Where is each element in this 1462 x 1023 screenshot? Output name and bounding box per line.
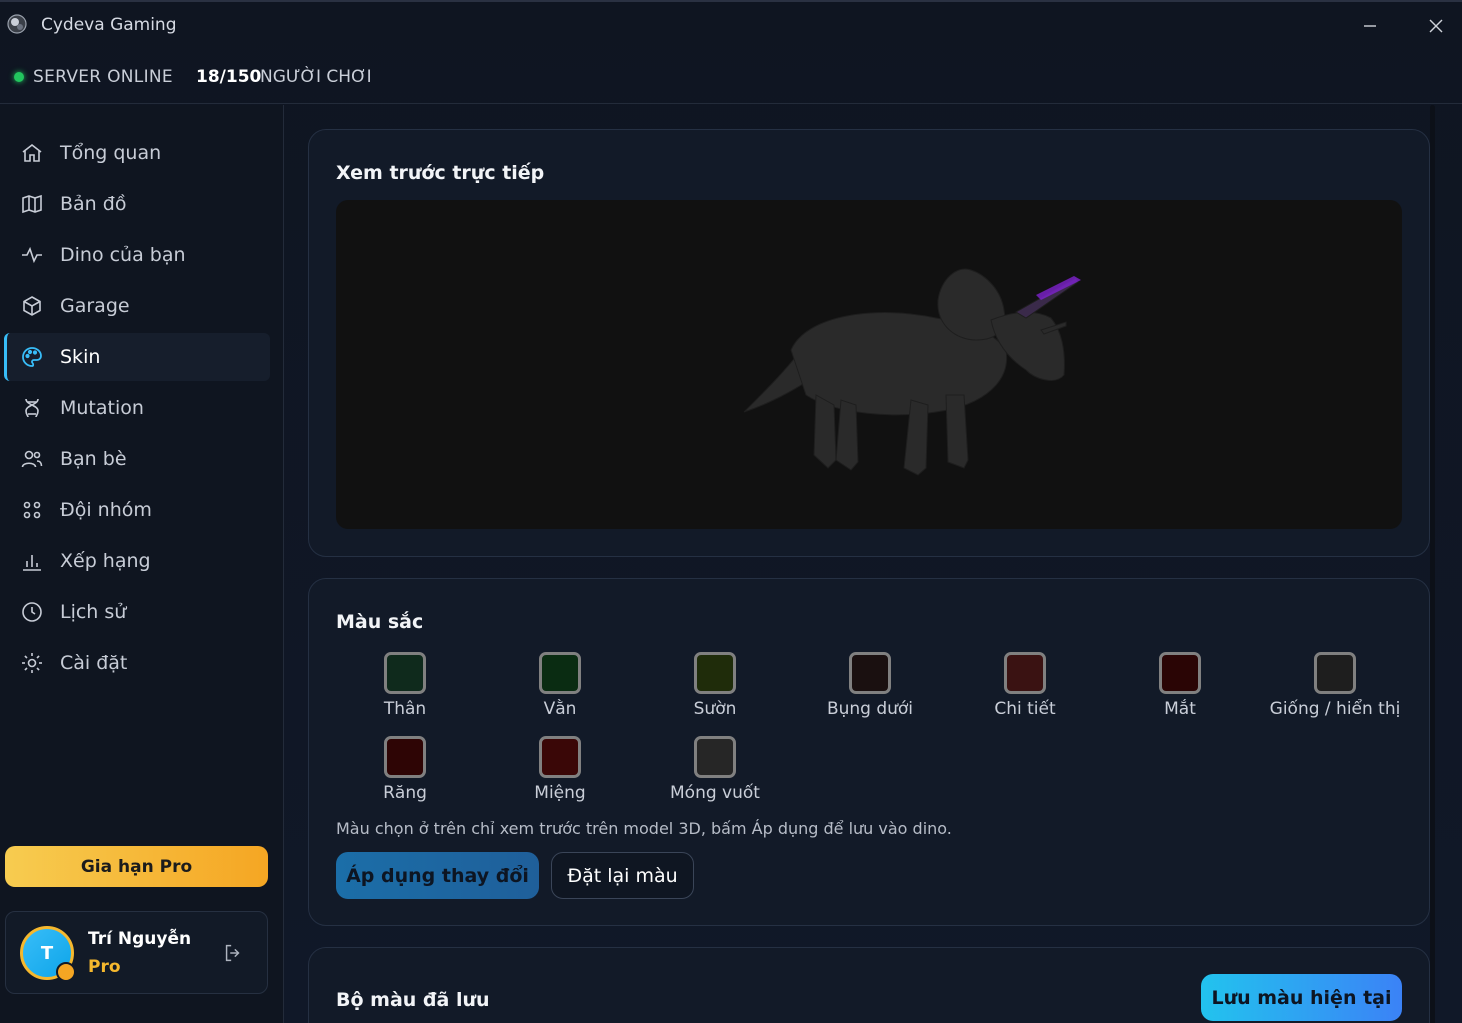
app-logo-icon xyxy=(7,14,27,34)
swatch-label: Sườn xyxy=(693,699,737,719)
colors-card: Màu sắc Thân Vằn Sườn Bụng dưới Chi tiết xyxy=(308,578,1430,926)
minimize-icon xyxy=(1364,25,1376,27)
color-swatch[interactable] xyxy=(694,736,736,778)
sidebar-item-label: Lịch sử xyxy=(60,601,127,623)
sidebar-item-label: Mutation xyxy=(60,397,144,419)
swatch-label: Giống / hiển thị xyxy=(1269,699,1401,719)
close-button[interactable] xyxy=(1416,10,1456,42)
user-tier: Pro xyxy=(88,957,121,977)
player-count: 18/150 xyxy=(196,67,262,87)
swatch-body[interactable]: Thân xyxy=(327,652,483,722)
user-name: Trí Nguyễn xyxy=(88,929,192,949)
scrollbar[interactable] xyxy=(1430,105,1435,1023)
server-status-bar: SERVER ONLINE 18/150 NGƯỜI CHƠI xyxy=(0,50,1462,104)
swatch-gender-display[interactable]: Giống / hiển thị xyxy=(1257,652,1413,722)
swatch-eyes[interactable]: Mắt xyxy=(1102,652,1258,722)
chart-icon xyxy=(23,555,41,571)
saved-palettes-card: Bộ màu đã lưu Lưu màu hiện tại xyxy=(308,947,1430,1023)
save-current-colors-button[interactable]: Lưu màu hiện tại xyxy=(1201,974,1402,1021)
sidebar-item-label: Dino của bạn xyxy=(60,244,186,266)
settings-icon xyxy=(22,653,42,673)
swatch-label: Vằn xyxy=(543,699,577,719)
app-title: Cydeva Gaming xyxy=(41,15,177,35)
color-swatch[interactable] xyxy=(1004,652,1046,694)
sidebar-item-ranking[interactable]: Xếp hạng xyxy=(4,537,270,585)
logout-icon[interactable] xyxy=(222,942,244,964)
user-card: T Trí Nguyễn Pro xyxy=(5,911,268,994)
sidebar-item-label: Đội nhóm xyxy=(60,499,152,521)
preview-title: Xem trước trực tiếp xyxy=(336,162,545,184)
sidebar-item-label: Tổng quan xyxy=(60,142,162,164)
title-bar: Cydeva Gaming xyxy=(0,2,1462,50)
color-swatch[interactable] xyxy=(539,736,581,778)
map-icon xyxy=(22,194,42,214)
team-icon xyxy=(23,501,41,519)
sidebar-item-overview[interactable]: Tổng quan xyxy=(4,129,270,177)
swatch-label: Mắt xyxy=(1164,699,1196,719)
swatch-teeth[interactable]: Răng xyxy=(327,736,483,806)
apply-changes-button[interactable]: Áp dụng thay đổi xyxy=(336,852,539,899)
swatch-mouth[interactable]: Miệng xyxy=(482,736,638,806)
sidebar-item-garage[interactable]: Garage xyxy=(4,282,270,330)
avatar-initial: T xyxy=(40,942,54,964)
color-swatch[interactable] xyxy=(384,652,426,694)
color-swatch[interactable] xyxy=(849,652,891,694)
swatch-label: Bụng dưới xyxy=(826,699,914,719)
saved-title: Bộ màu đã lưu xyxy=(336,989,490,1011)
sidebar-item-label: Garage xyxy=(60,295,130,317)
swatch-label: Miệng xyxy=(534,783,586,803)
sidebar: Tổng quan Bản đồ Dino của bạn Garage Ski… xyxy=(0,105,284,1023)
app-window: Cydeva Gaming SERVER ONLINE 18/150 NGƯỜI… xyxy=(0,0,1462,1023)
swatch-details[interactable]: Chi tiết xyxy=(947,652,1103,722)
preview-card: Xem trước trực tiếp xyxy=(308,129,1430,557)
sidebar-item-label: Xếp hạng xyxy=(60,550,151,572)
close-icon xyxy=(1429,19,1443,33)
sidebar-item-mutation[interactable]: Mutation xyxy=(4,384,270,432)
sidebar-item-label: Bạn bè xyxy=(60,448,127,470)
cube-icon xyxy=(23,296,41,316)
model-preview[interactable] xyxy=(336,200,1402,529)
swatch-claws[interactable]: Móng vuốt xyxy=(637,736,793,806)
reset-colors-button[interactable]: Đặt lại màu xyxy=(551,852,694,899)
minimize-button[interactable] xyxy=(1350,10,1390,42)
sidebar-item-label: Bản đồ xyxy=(60,193,127,215)
swatch-label: Chi tiết xyxy=(994,699,1056,719)
color-swatch[interactable] xyxy=(694,652,736,694)
dna-icon xyxy=(25,398,39,418)
sidebar-item-team[interactable]: Đội nhóm xyxy=(4,486,270,534)
color-swatch[interactable] xyxy=(1314,652,1356,694)
swatch-label: Răng xyxy=(383,783,427,803)
activity-icon xyxy=(22,246,42,264)
palette-icon xyxy=(22,347,42,367)
sidebar-item-friends[interactable]: Bạn bè xyxy=(4,435,270,483)
colors-title: Màu sắc xyxy=(336,611,424,633)
swatch-label: Móng vuốt xyxy=(670,783,760,803)
sidebar-item-skin[interactable]: Skin xyxy=(4,333,270,381)
server-status-dot xyxy=(14,72,24,82)
server-status-text: SERVER ONLINE xyxy=(33,67,173,87)
color-swatch[interactable] xyxy=(539,652,581,694)
color-swatch[interactable] xyxy=(384,736,426,778)
swatch-label: Thân xyxy=(383,699,427,719)
swatch-stripes[interactable]: Vằn xyxy=(482,652,638,722)
swatch-belly[interactable]: Bụng dưới xyxy=(792,652,948,722)
dinosaur-model xyxy=(743,268,1081,476)
sidebar-item-dino[interactable]: Dino của bạn xyxy=(4,231,270,279)
sidebar-item-history[interactable]: Lịch sử xyxy=(4,588,270,636)
main-content: Xem trước trực tiếp Màu sắc Thân Vằn Sườ… xyxy=(285,105,1462,1023)
player-count-label: NGƯỜI CHƠI xyxy=(260,67,372,87)
home-icon xyxy=(22,143,42,162)
clock-icon xyxy=(22,602,42,622)
sidebar-item-label: Cài đặt xyxy=(60,652,128,674)
colors-hint: Màu chọn ở trên chỉ xem trước trên model… xyxy=(336,819,952,838)
color-swatch[interactable] xyxy=(1159,652,1201,694)
sidebar-item-map[interactable]: Bản đồ xyxy=(4,180,270,228)
renew-pro-button[interactable]: Gia hạn Pro xyxy=(5,846,268,887)
sidebar-item-label: Skin xyxy=(60,346,101,368)
pro-badge-icon xyxy=(56,962,76,982)
sidebar-item-settings[interactable]: Cài đặt xyxy=(4,639,270,687)
friends-icon xyxy=(21,450,43,468)
swatch-sides[interactable]: Sườn xyxy=(637,652,793,722)
